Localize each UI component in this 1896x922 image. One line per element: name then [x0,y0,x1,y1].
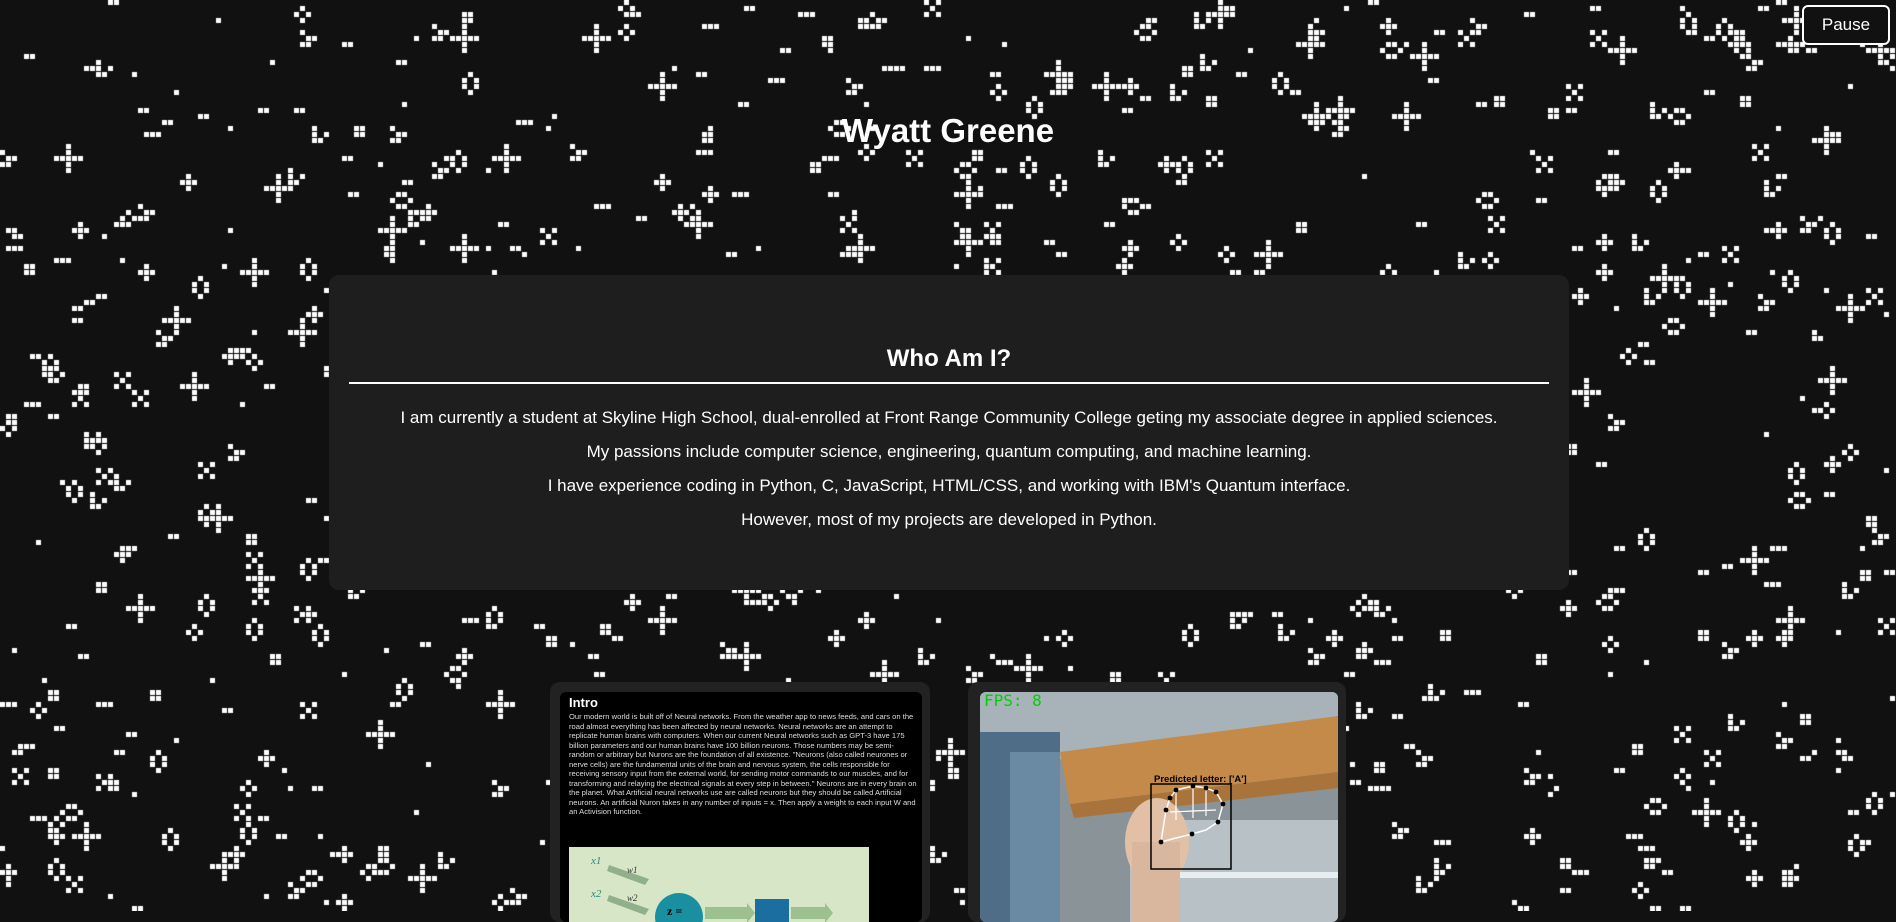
about-line-python: However, most of my projects are develop… [741,510,1157,529]
predicted-letter-label: Predicted letter: ['A'] [1154,774,1247,785]
neural-network-preview: Intro Our modern world is built off of N… [560,692,922,922]
label-w1: w1 [627,865,638,875]
neural-network-preview-text: Our modern world is built off of Neural … [569,712,917,816]
label-x2: x2 [590,888,602,900]
neural-network-preview-title: Intro [569,695,598,710]
about-card: Who Am I? I am currently a student at Sk… [329,275,1569,590]
project-card-hand-sign[interactable]: FPS: 8 Predicted letter: ['A'] [968,682,1346,922]
label-z: z = [667,904,682,918]
hand-sign-webcam-frame: FPS: 8 Predicted letter: ['A'] [980,692,1338,922]
about-divider [349,382,1549,384]
about-line-experience: I have experience coding in Python, C, J… [547,476,1351,495]
fps-counter: FPS: 8 [984,692,1042,710]
page-title: Wyatt Greene [841,112,1055,149]
project-card-neural-network[interactable]: Intro Our modern world is built off of N… [550,682,930,922]
webcam-scene [980,692,1338,922]
about-line-school: I am currently a student at Skyline High… [400,408,1498,427]
label-w2: w2 [627,893,638,903]
about-line-passions: My passions include computer science, en… [586,442,1312,461]
about-text: I am currently a student at Skyline High… [329,401,1569,537]
pause-button[interactable]: Pause [1802,5,1890,45]
label-x1: x1 [590,855,601,867]
about-heading: Who Am I? [886,345,1012,372]
